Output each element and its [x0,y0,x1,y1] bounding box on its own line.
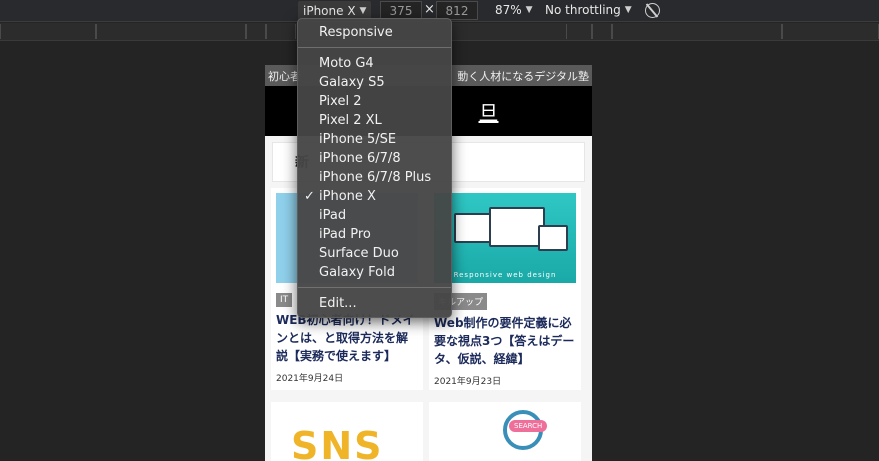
media-query-segment[interactable] [96,24,246,39]
media-query-segment[interactable] [246,24,266,39]
checkmark-icon: ✓ [304,189,315,204]
menu-item-label: iPhone 6/7/8 Plus [319,170,432,185]
menu-item-label: Galaxy S5 [319,75,385,90]
menu-item-device[interactable]: Surface Duo [298,244,451,263]
tablet-illustration [538,225,568,251]
menu-separator [298,287,451,288]
menu-item-device[interactable]: Galaxy S5 [298,73,451,92]
media-query-segment[interactable] [612,24,782,39]
device-select-label: iPhone X [303,3,356,18]
menu-item-device[interactable]: iPhone 5/SE [298,130,451,149]
menu-item-label: iPad Pro [319,227,371,242]
menu-item-responsive[interactable]: Responsive [298,23,451,42]
dimension-separator: × [424,2,435,17]
menu-item-label: iPhone 5/SE [319,132,397,147]
site-title[interactable]: 旦 [479,97,499,126]
menu-item-device-selected[interactable]: ✓ iPhone X [298,187,451,206]
menu-item-device[interactable]: Moto G4 [298,54,451,73]
chevron-down-icon: ▼ [624,5,632,15]
article-title[interactable]: Web制作の要件定義に必要な視点3つ【答えはデータ、仮説、経緯】 [434,314,576,368]
menu-item-label: iPad [319,208,347,223]
media-query-segment[interactable] [592,24,612,39]
menu-item-device[interactable]: Pixel 2 XL [298,111,451,130]
menu-item-label: iPhone 6/7/8 [319,151,401,166]
article-card[interactable]: SNS [271,402,423,461]
zoom-label: 87% [495,3,522,17]
rotate-icon[interactable] [645,3,660,18]
menu-item-device[interactable]: Pixel 2 [298,92,451,111]
article-title[interactable]: WEB初心者向け！ドメインとは、と取得方法を解説【実務で使えます】 [276,311,418,365]
menu-item-edit[interactable]: Edit... [298,294,451,313]
menu-item-label: Moto G4 [319,56,374,71]
device-dropdown-menu: Responsive Moto G4 Galaxy S5 Pixel 2 Pix… [297,18,452,318]
chevron-down-icon: ▼ [359,5,367,16]
menu-item-device[interactable]: iPad Pro [298,225,451,244]
article-date: 2021年9月23日 [434,377,502,387]
search-thumbnail-text: SEARCH [509,420,548,432]
throttling-label: No throttling [545,3,621,17]
menu-item-label: Pixel 2 XL [319,113,382,128]
menu-item-device[interactable]: Galaxy Fold [298,263,451,282]
thumbnail-label: Responsive web design [453,271,557,279]
menu-item-label: Surface Duo [319,246,399,261]
menu-item-label: iPhone X [319,189,376,204]
zoom-select[interactable]: 87% ▼ [495,3,533,17]
sns-thumbnail-text: SNS [291,424,384,461]
menu-separator [298,47,451,48]
monitor-illustration [489,207,545,247]
menu-item-device[interactable]: iPad [298,206,451,225]
media-query-segment[interactable] [266,24,296,39]
throttling-select[interactable]: No throttling ▼ [545,3,632,17]
topbar-right-text: 動く人材になるデジタル塾 [457,69,589,83]
chevron-down-icon: ▼ [525,5,533,15]
article-card[interactable]: SEARCH [429,402,581,461]
media-query-segment[interactable] [566,24,592,39]
monitor-illustration [454,213,494,243]
menu-item-device[interactable]: iPhone 6/7/8 [298,149,451,168]
article-thumbnail[interactable]: Responsive web design [434,193,576,283]
menu-item-label: Galaxy Fold [319,265,395,280]
media-query-segment[interactable] [782,24,879,39]
menu-item-device[interactable]: iPhone 6/7/8 Plus [298,168,451,187]
media-query-segment[interactable] [0,24,96,39]
category-badge[interactable]: IT [276,293,293,307]
article-date: 2021年9月24日 [276,374,344,384]
menu-item-label: Pixel 2 [319,94,362,109]
